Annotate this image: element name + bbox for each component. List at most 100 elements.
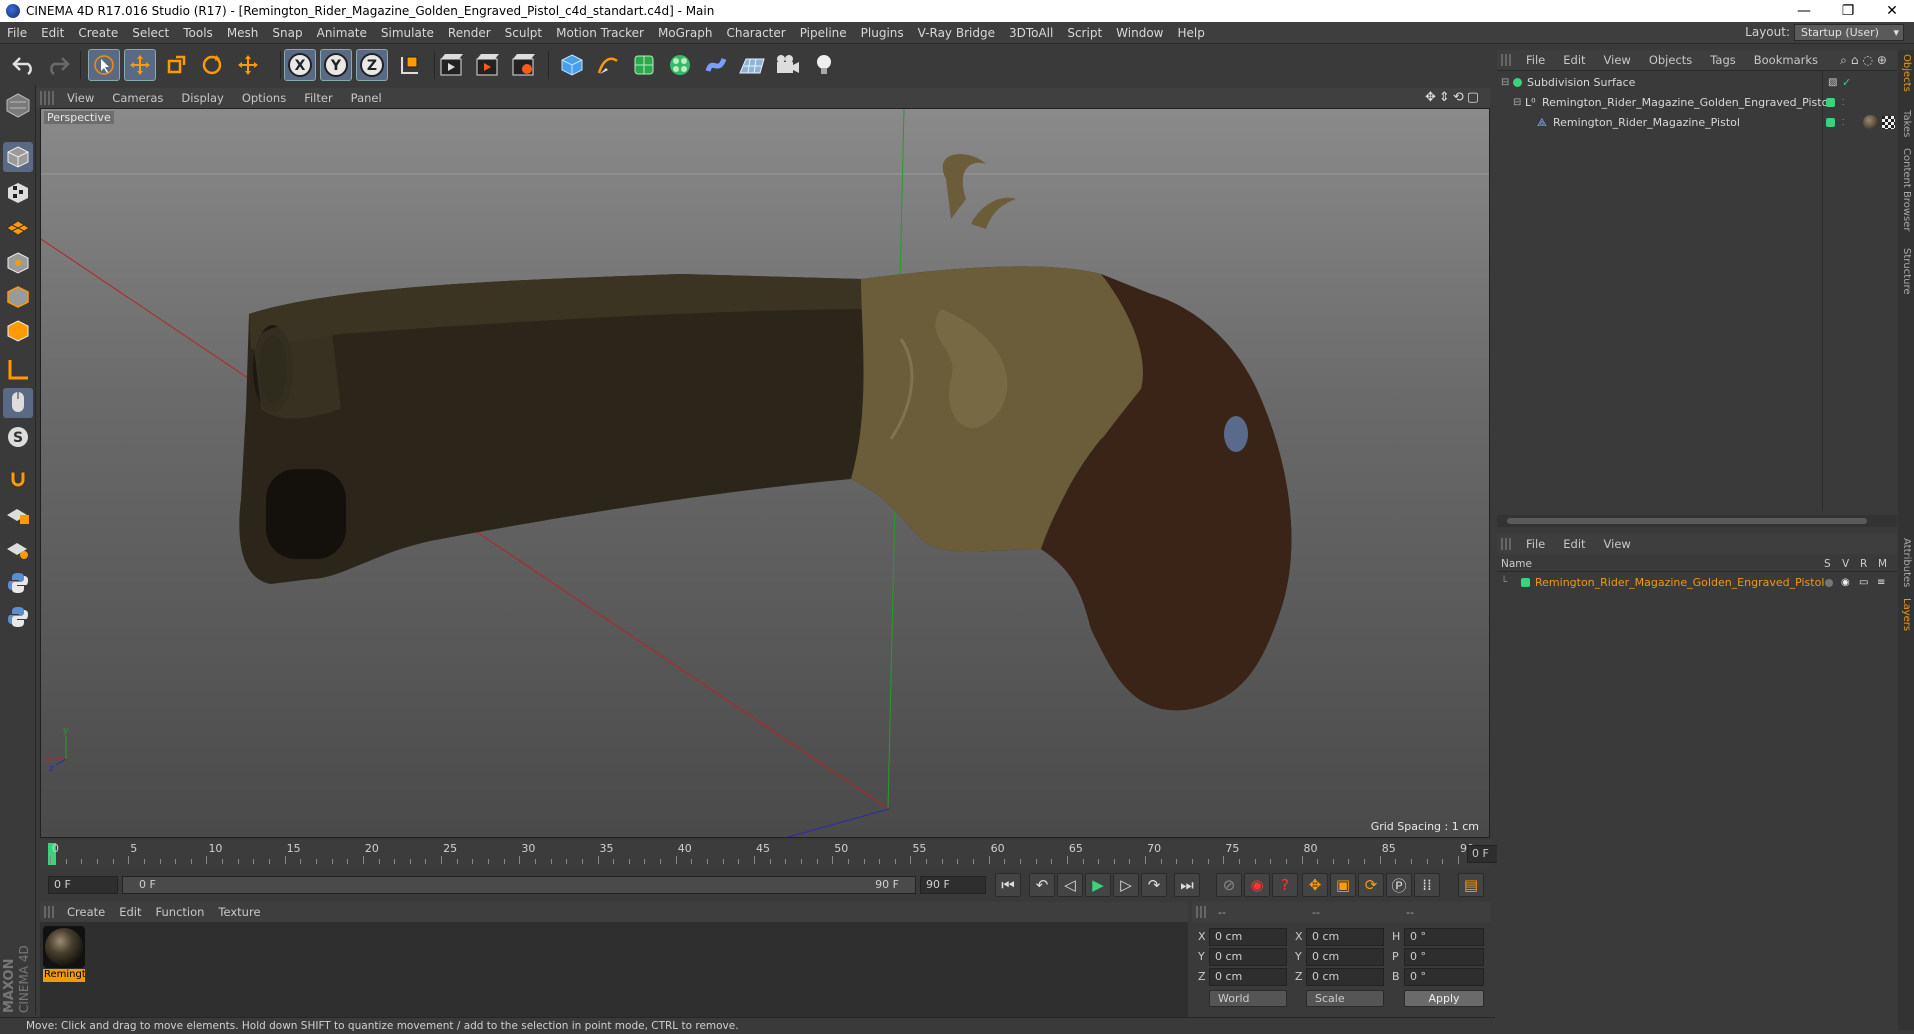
tab-attributes[interactable]: Attributes	[1901, 538, 1912, 587]
menu-sculpt[interactable]: Sculpt	[498, 26, 549, 40]
redo-icon[interactable]	[42, 49, 74, 81]
tab-takes[interactable]: Takes	[1901, 110, 1912, 137]
objects-menu-tags[interactable]: Tags	[1701, 53, 1744, 67]
viewport-nav-icons[interactable]: ✥⇕⟲▢	[1425, 90, 1482, 105]
tab-content-browser[interactable]: Content Browser	[1901, 148, 1912, 231]
menu-render[interactable]: Render	[441, 26, 498, 40]
live-selection-icon[interactable]	[88, 49, 120, 81]
object-row-golden-engraved-pistol[interactable]: ⊟ L⁰ Remington_Rider_Magazine_Golden_Eng…	[1497, 93, 1897, 112]
menu-mograph[interactable]: MoGraph	[651, 26, 720, 40]
key-pla-icon[interactable]: ⁞⁞	[1414, 873, 1440, 897]
material-manager-area[interactable]: Remingt	[40, 922, 1188, 1017]
menu-help[interactable]: Help	[1170, 26, 1211, 40]
layer-color-swatch[interactable]	[1521, 578, 1530, 587]
visibility-dots-icon[interactable]: ⁚	[1842, 118, 1845, 127]
enabled-check-icon[interactable]: ✓	[1842, 76, 1851, 89]
viewport-menu-view[interactable]: View	[58, 91, 103, 105]
objects-menu-view[interactable]: View	[1595, 53, 1640, 67]
next-frame-icon[interactable]: ▷	[1113, 873, 1139, 897]
menu-tools[interactable]: Tools	[176, 26, 220, 40]
viewport-menu-panel[interactable]: Panel	[342, 91, 391, 105]
layer-name[interactable]: Remington_Rider_Magazine_Golden_Engraved…	[1535, 576, 1824, 589]
frame-range-slider[interactable]: 0 F 90 F	[122, 876, 916, 894]
material-menu-texture[interactable]: Texture	[211, 905, 267, 919]
cube-primitive-icon[interactable]	[556, 49, 588, 81]
menu-vray-bridge[interactable]: V-Ray Bridge	[911, 26, 1002, 40]
3d-viewport[interactable]: y x z Perspective Grid Spacing : 1 cm	[40, 108, 1490, 838]
menu-simulate[interactable]: Simulate	[374, 26, 441, 40]
start-frame-field[interactable]: 0 F	[48, 876, 118, 894]
object-row-magazine-pistol[interactable]: ⟁ Remington_Rider_Magazine_Pistol ⁚	[1497, 113, 1897, 132]
deformer-icon[interactable]	[700, 49, 732, 81]
menu-pipeline[interactable]: Pipeline	[793, 26, 854, 40]
key-position-icon[interactable]: ✥	[1302, 873, 1328, 897]
record-disabled-icon[interactable]: ⊘	[1216, 873, 1242, 897]
material-menu-create[interactable]: Create	[60, 905, 112, 919]
snap-icon[interactable]: S	[3, 422, 33, 452]
coordinate-space-dropdown[interactable]: World	[1209, 990, 1287, 1007]
object-manager-scrollbar[interactable]	[1497, 515, 1897, 527]
menu-select[interactable]: Select	[125, 26, 176, 40]
axis-mode-icon[interactable]	[3, 355, 33, 385]
play-icon[interactable]: ▶	[1085, 873, 1111, 897]
previous-key-icon[interactable]: ↶	[1029, 873, 1055, 897]
viewport-menu-display[interactable]: Display	[172, 91, 232, 105]
viewport-menu-cameras[interactable]: Cameras	[103, 91, 172, 105]
collapse-toggle-icon[interactable]: ⊟	[1513, 97, 1521, 108]
rotation-p-field[interactable]: 0 °	[1404, 948, 1484, 966]
editor-visibility-icon[interactable]: ▧	[1828, 77, 1837, 88]
material-menu-function[interactable]: Function	[149, 905, 212, 919]
viewport-menu-options[interactable]: Options	[233, 91, 295, 105]
menu-animate[interactable]: Animate	[310, 26, 374, 40]
magnet-icon[interactable]	[3, 463, 33, 493]
size-x-field[interactable]: 0 cm	[1306, 928, 1384, 946]
layer-manager-icon[interactable]: ≡	[1877, 577, 1885, 588]
menu-mesh[interactable]: Mesh	[220, 26, 266, 40]
position-x-field[interactable]: 0 cm	[1209, 928, 1287, 946]
model-mode-icon[interactable]	[3, 142, 33, 172]
record-keys-icon[interactable]: ◉	[1244, 873, 1270, 897]
layer-col-view[interactable]: V	[1842, 558, 1849, 570]
x-axis-lock-icon[interactable]: X	[284, 49, 316, 81]
layers-menu-file[interactable]: File	[1517, 537, 1554, 551]
layer-render-icon[interactable]: ▭	[1859, 577, 1868, 588]
go-to-start-icon[interactable]: ⏮	[995, 873, 1021, 897]
pen-spline-icon[interactable]	[592, 49, 624, 81]
scale-tool-icon[interactable]	[160, 49, 192, 81]
objects-menu-file[interactable]: File	[1517, 53, 1554, 67]
menu-window[interactable]: Window	[1109, 26, 1170, 40]
rotate-tool-icon[interactable]	[196, 49, 228, 81]
camera-icon[interactable]	[772, 49, 804, 81]
apply-button[interactable]: Apply	[1404, 990, 1484, 1007]
texture-mode-icon[interactable]	[3, 178, 33, 208]
key-parameter-icon[interactable]: Ⓟ	[1386, 873, 1412, 897]
planar-workplane-icon[interactable]	[3, 534, 33, 564]
layer-solo-icon[interactable]	[1825, 578, 1833, 587]
key-scale-icon[interactable]: ▣	[1330, 873, 1356, 897]
material-tag-icon[interactable]	[1863, 115, 1878, 130]
search-icon[interactable]: ⌕⌂◌⊕	[1840, 53, 1891, 68]
object-row-subdivision-surface[interactable]: ⊟ Subdivision Surface ▧ ✓	[1497, 73, 1897, 92]
timeline-ruler[interactable]: 0510152025303540455055606570758085900 F	[40, 840, 1531, 868]
layer-color-swatch[interactable]	[1826, 98, 1835, 107]
floor-icon[interactable]	[736, 49, 768, 81]
objects-menu-objects[interactable]: Objects	[1640, 53, 1701, 67]
render-view-icon[interactable]	[436, 49, 468, 81]
layer-color-swatch[interactable]	[1826, 118, 1835, 127]
size-y-field[interactable]: 0 cm	[1306, 948, 1384, 966]
make-editable-icon[interactable]	[3, 90, 33, 120]
menu-character[interactable]: Character	[719, 26, 792, 40]
python-script-icon[interactable]	[3, 568, 33, 598]
viewport-camera-label[interactable]: Perspective	[44, 111, 114, 124]
objects-menu-bookmarks[interactable]: Bookmarks	[1745, 53, 1827, 67]
layout-dropdown[interactable]: Startup (User)	[1794, 24, 1904, 41]
key-rotation-icon[interactable]: ⟳	[1358, 873, 1384, 897]
menu-plugins[interactable]: Plugins	[854, 26, 911, 40]
restore-button[interactable]: ❐	[1826, 0, 1870, 22]
menu-edit[interactable]: Edit	[34, 26, 71, 40]
menu-script[interactable]: Script	[1060, 26, 1109, 40]
workplane-icon[interactable]	[3, 212, 33, 242]
go-to-end-icon[interactable]: ⏭	[1174, 873, 1200, 897]
timeline-window-icon[interactable]: ▤	[1458, 873, 1484, 897]
material-thumbnail[interactable]	[43, 926, 85, 968]
